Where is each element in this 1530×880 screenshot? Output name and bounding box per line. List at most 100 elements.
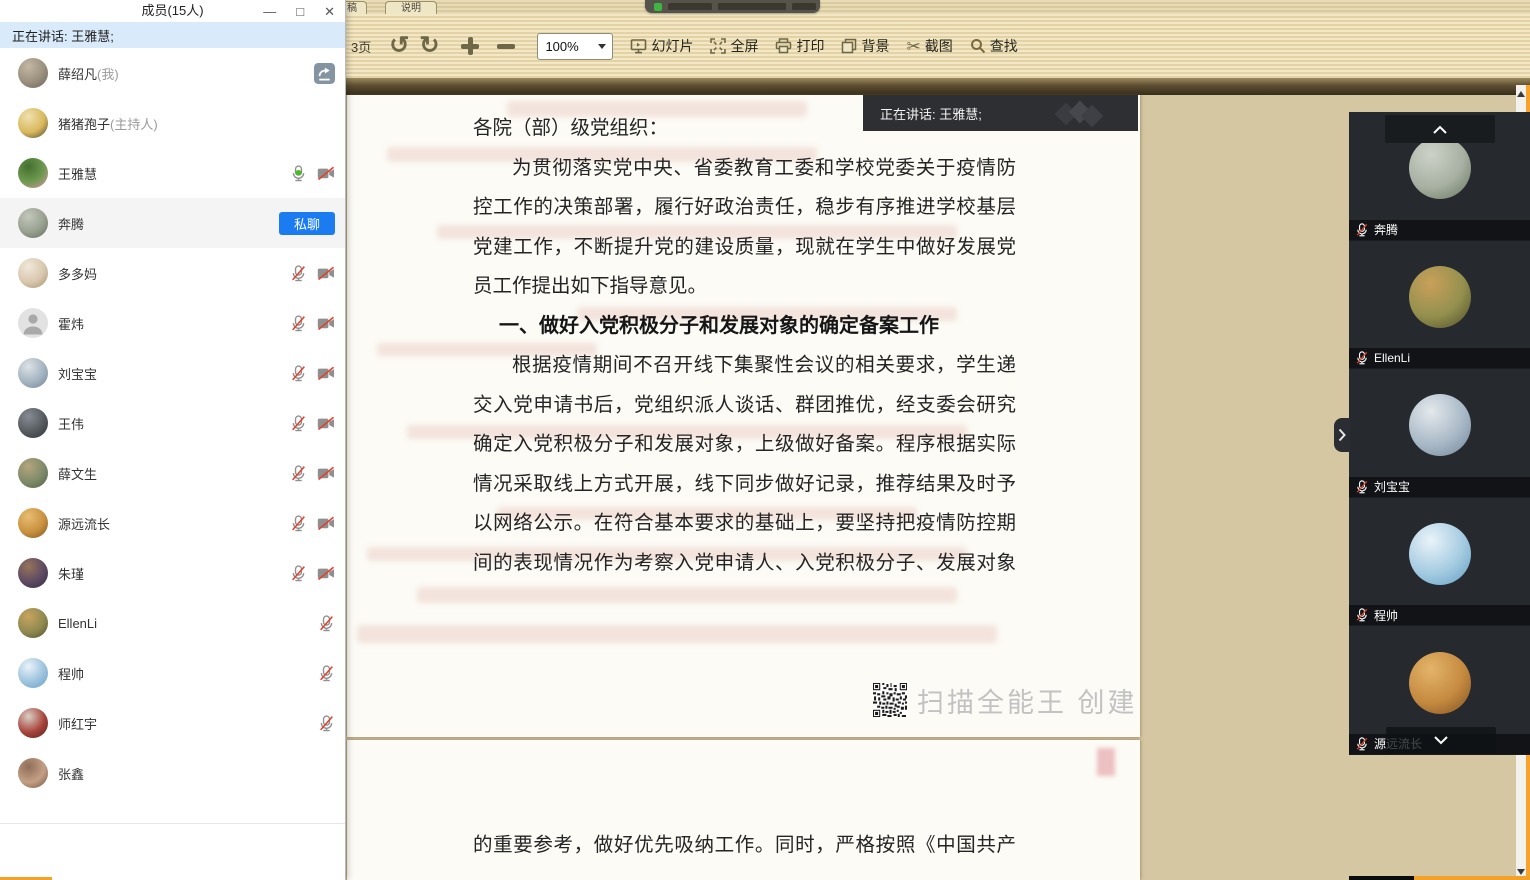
speaking-indicator-text: 正在讲话: 王雅慧; xyxy=(880,104,982,123)
participant-avatar xyxy=(1409,652,1471,714)
camera-muted-icon[interactable] xyxy=(317,316,335,331)
mic-muted-icon xyxy=(1355,223,1369,237)
videos-page-down-button[interactable] xyxy=(1386,727,1496,753)
mic-muted-icon[interactable] xyxy=(1355,480,1369,494)
member-row[interactable]: 程帅 xyxy=(0,648,345,698)
member-name: 王伟 xyxy=(58,414,84,433)
screenshot-button[interactable]: ✂ 截图 xyxy=(906,36,952,56)
fullscreen-label: 全屏 xyxy=(730,36,758,56)
zoom-in-button[interactable] xyxy=(459,35,481,57)
document-page-1: 各院（部）级党组织：为贯彻落实党中央、省委教育工委和学校党委关于疫情防控工作的决… xyxy=(347,95,1140,737)
window-edge xyxy=(1414,876,1530,880)
scroll-up-arrow-icon[interactable] xyxy=(1517,91,1525,97)
document-text-line: 的重要参考，做好优先吸纳工作。同时，严格按照《中国共产 xyxy=(473,826,1016,866)
member-row[interactable]: 师红宇 xyxy=(0,698,345,748)
mic-icon[interactable] xyxy=(290,165,307,182)
mic-muted-icon[interactable] xyxy=(318,715,335,732)
member-name: 刘宝宝 xyxy=(58,364,97,383)
member-row[interactable]: 奔腾 私聊 xyxy=(0,198,345,248)
document-text-line: 以网络公示。在符合基本要求的基础上，要坚持把疫情防控期 xyxy=(473,504,1016,544)
close-button[interactable]: ✕ xyxy=(324,5,335,18)
member-status-icons xyxy=(314,63,335,84)
mic-muted-icon[interactable] xyxy=(290,365,307,382)
speaking-banner: 正在讲话: 王雅慧; xyxy=(0,22,345,48)
rotate-right-button[interactable]: ↻ xyxy=(419,34,439,58)
zoom-out-button[interactable] xyxy=(495,35,517,57)
screen-share-icon[interactable] xyxy=(314,63,335,84)
member-list: 薛绍凡 (我) 猪猪孢子 (主持人) 王雅慧 奔腾 私聊 多多妈 xyxy=(0,48,345,798)
member-row[interactable]: 源远流长 xyxy=(0,498,345,548)
viewer-tab-notes[interactable]: 说明 xyxy=(385,1,437,14)
chevron-down-icon xyxy=(598,44,606,49)
video-tile[interactable]: 程帅 xyxy=(1349,498,1530,627)
camera-muted-icon[interactable] xyxy=(317,566,335,581)
member-name: 朱瑾 xyxy=(58,564,84,583)
mic-muted-icon[interactable] xyxy=(1355,223,1369,237)
avatar xyxy=(18,608,48,638)
videos-page-up-button[interactable] xyxy=(1385,115,1495,143)
print-icon xyxy=(775,38,792,54)
member-row[interactable]: 王伟 xyxy=(0,398,345,448)
minimize-button[interactable]: — xyxy=(263,5,276,18)
camera-muted-icon[interactable] xyxy=(317,416,335,431)
speaking-banner-text: 正在讲话: 王雅慧; xyxy=(12,26,114,45)
mic-muted-icon[interactable] xyxy=(1355,608,1369,622)
video-tile[interactable]: 刘宝宝 xyxy=(1349,369,1530,498)
member-status-icons xyxy=(318,715,335,732)
mic-muted-icon[interactable] xyxy=(290,515,307,532)
mic-muted-icon[interactable] xyxy=(290,565,307,582)
mic-muted-icon[interactable] xyxy=(290,465,307,482)
mic-muted-icon[interactable] xyxy=(290,265,307,282)
zoom-level-select[interactable]: 100% xyxy=(537,33,613,60)
scroll-down-arrow-icon[interactable] xyxy=(1517,869,1525,875)
maximize-button[interactable]: □ xyxy=(296,5,304,18)
mic-muted-icon[interactable] xyxy=(290,415,307,432)
share-status-icon xyxy=(654,3,662,11)
camera-muted-icon[interactable] xyxy=(317,516,335,531)
fullscreen-button[interactable]: 全屏 xyxy=(710,36,758,56)
mic-muted-icon[interactable] xyxy=(290,315,307,332)
viewer-tab-strip: 稿 说明 xyxy=(345,0,1530,14)
camera-muted-icon[interactable] xyxy=(317,266,335,281)
member-role-tag: (我) xyxy=(97,64,119,83)
member-row[interactable]: 猪猪孢子 (主持人) xyxy=(0,98,345,148)
private-chat-button[interactable]: 私聊 xyxy=(279,212,335,235)
window-edge xyxy=(1349,876,1414,880)
rotate-left-button[interactable]: ↺ xyxy=(389,34,409,58)
member-row[interactable]: 朱瑾 xyxy=(0,548,345,598)
mic-muted-icon[interactable] xyxy=(1355,351,1369,365)
member-row[interactable]: 张鑫 xyxy=(0,748,345,798)
mic-muted-icon xyxy=(1355,608,1369,622)
member-row[interactable]: EllenLi xyxy=(0,598,345,648)
document-heading-line: 一、做好入党积极分子和发展对象的确定备案工作 xyxy=(473,307,1016,347)
find-button[interactable]: 查找 xyxy=(970,36,1018,56)
collapse-panel-handle[interactable] xyxy=(1334,418,1350,452)
slideshow-button[interactable]: 幻灯片 xyxy=(630,36,693,56)
member-row[interactable]: 薛绍凡 (我) xyxy=(0,48,345,98)
search-icon xyxy=(970,38,986,54)
mic-muted-icon xyxy=(1355,351,1369,365)
member-row[interactable]: 薛文生 xyxy=(0,448,345,498)
document-text-line: 员工作提出如下指导意见。 xyxy=(473,267,1016,307)
document-text-line: 党建工作，不断提升党的建设质量，现就在学生中做好发展党 xyxy=(473,228,1016,268)
background-button[interactable]: 背景 xyxy=(841,36,889,56)
mic-muted-icon[interactable] xyxy=(1355,737,1369,751)
member-row[interactable]: 多多妈 xyxy=(0,248,345,298)
member-row[interactable]: 王雅慧 xyxy=(0,148,345,198)
video-name-bar: 奔腾 xyxy=(1349,220,1530,240)
member-row[interactable]: 霍炜 xyxy=(0,298,345,348)
avatar xyxy=(18,258,48,288)
document-text: 的重要参考，做好优先吸纳工作。同时，严格按照《中国共产 xyxy=(473,826,1016,866)
participant-name: 程帅 xyxy=(1374,607,1398,624)
print-button[interactable]: 打印 xyxy=(775,36,824,56)
avatar xyxy=(18,108,48,138)
camera-muted-icon[interactable] xyxy=(317,366,335,381)
mic-muted-icon[interactable] xyxy=(318,615,335,632)
screen-share-banner xyxy=(645,0,820,13)
video-tile[interactable]: EllenLi xyxy=(1349,241,1530,370)
member-row[interactable]: 刘宝宝 xyxy=(0,348,345,398)
members-titlebar[interactable]: 成员(15人) — □ ✕ xyxy=(0,0,345,22)
camera-muted-icon[interactable] xyxy=(317,466,335,481)
mic-muted-icon[interactable] xyxy=(318,665,335,682)
camera-muted-icon[interactable] xyxy=(317,166,335,181)
